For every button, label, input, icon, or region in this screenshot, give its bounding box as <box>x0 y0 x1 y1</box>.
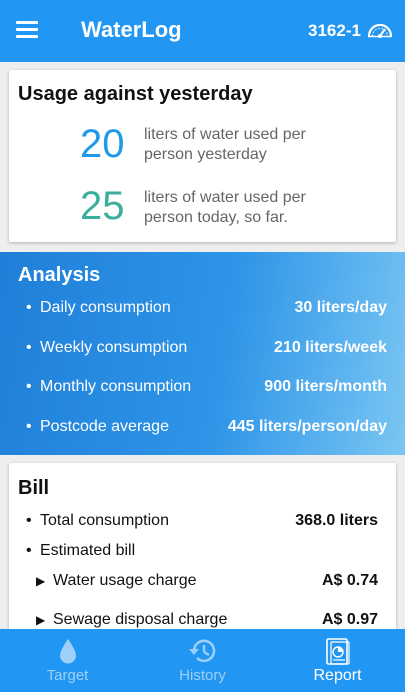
analysis-value: 30 liters/day <box>294 299 388 316</box>
bottom-navigation: Target History Report <box>0 629 405 692</box>
expand-arrow-icon[interactable]: ▶ <box>36 574 45 588</box>
bullet: • <box>26 418 32 435</box>
analysis-value: 210 liters/week <box>274 339 387 356</box>
bill-card: Bill • Total consumption 368.0 liters • … <box>9 463 396 643</box>
today-description: liters of water used per person today, s… <box>144 189 306 226</box>
analysis-label: Postcode average <box>40 418 169 435</box>
gauge-icon[interactable] <box>366 18 394 40</box>
analysis-row-weekly: • Weekly consumption 210 liters/week <box>0 339 405 363</box>
bill-row-estimated: • Estimated bill <box>9 542 396 564</box>
app-bar: WaterLog 3162-1 <box>0 0 405 62</box>
nav-item-report[interactable]: Report <box>270 629 405 692</box>
bill-item-water[interactable]: ▶ Water usage charge A$ 0.74 <box>9 572 396 594</box>
bill-item-label: Sewage disposal charge <box>53 611 228 628</box>
app-title: WaterLog <box>81 17 182 42</box>
analysis-row-monthly: • Monthly consumption 900 liters/month <box>0 378 405 402</box>
nav-label: Target <box>46 667 89 684</box>
bill-title: Bill <box>18 477 50 499</box>
nav-item-history[interactable]: History <box>135 629 270 692</box>
report-icon <box>325 638 350 665</box>
analysis-value: 445 liters/person/day <box>227 418 387 435</box>
bill-label: Total consumption <box>40 512 169 529</box>
yesterday-value: 20 <box>80 122 125 166</box>
analysis-section: Analysis • Daily consumption 30 liters/d… <box>0 252 405 455</box>
expand-arrow-icon[interactable]: ▶ <box>36 613 45 627</box>
today-value: 25 <box>80 184 125 228</box>
nav-item-target[interactable]: Target <box>0 629 135 692</box>
nav-label: Report <box>313 667 362 684</box>
analysis-row-daily: • Daily consumption 30 liters/day <box>0 299 405 323</box>
bill-item-value: A$ 0.97 <box>321 611 378 628</box>
meter-id: 3162-1 <box>308 21 361 40</box>
nav-label: History <box>179 667 226 684</box>
bill-value: 368.0 liters <box>295 512 378 529</box>
water-drop-icon <box>59 639 76 664</box>
bill-row-total: • Total consumption 368.0 liters <box>9 512 396 534</box>
usage-title: Usage against yesterday <box>18 83 253 105</box>
bill-label: Estimated bill <box>40 542 136 559</box>
analysis-label: Weekly consumption <box>40 339 188 356</box>
hamburger-menu-icon[interactable] <box>16 21 38 39</box>
analysis-row-postcode: • Postcode average 445 liters/person/day <box>0 418 405 442</box>
bullet: • <box>26 378 32 395</box>
analysis-title: Analysis <box>18 264 101 286</box>
analysis-value: 900 liters/month <box>264 378 387 395</box>
bill-item-label: Water usage charge <box>53 572 197 589</box>
bullet: • <box>26 339 32 356</box>
bullet: • <box>26 299 32 316</box>
usage-card: Usage against yesterday 20 liters of wat… <box>9 70 396 242</box>
analysis-label: Monthly consumption <box>40 378 192 395</box>
history-icon <box>188 639 215 663</box>
bill-item-value: A$ 0.74 <box>321 572 378 589</box>
analysis-label: Daily consumption <box>40 299 171 316</box>
bullet: • <box>26 542 32 559</box>
bullet: • <box>26 512 32 529</box>
yesterday-description: liters of water used per person yesterda… <box>144 126 306 163</box>
